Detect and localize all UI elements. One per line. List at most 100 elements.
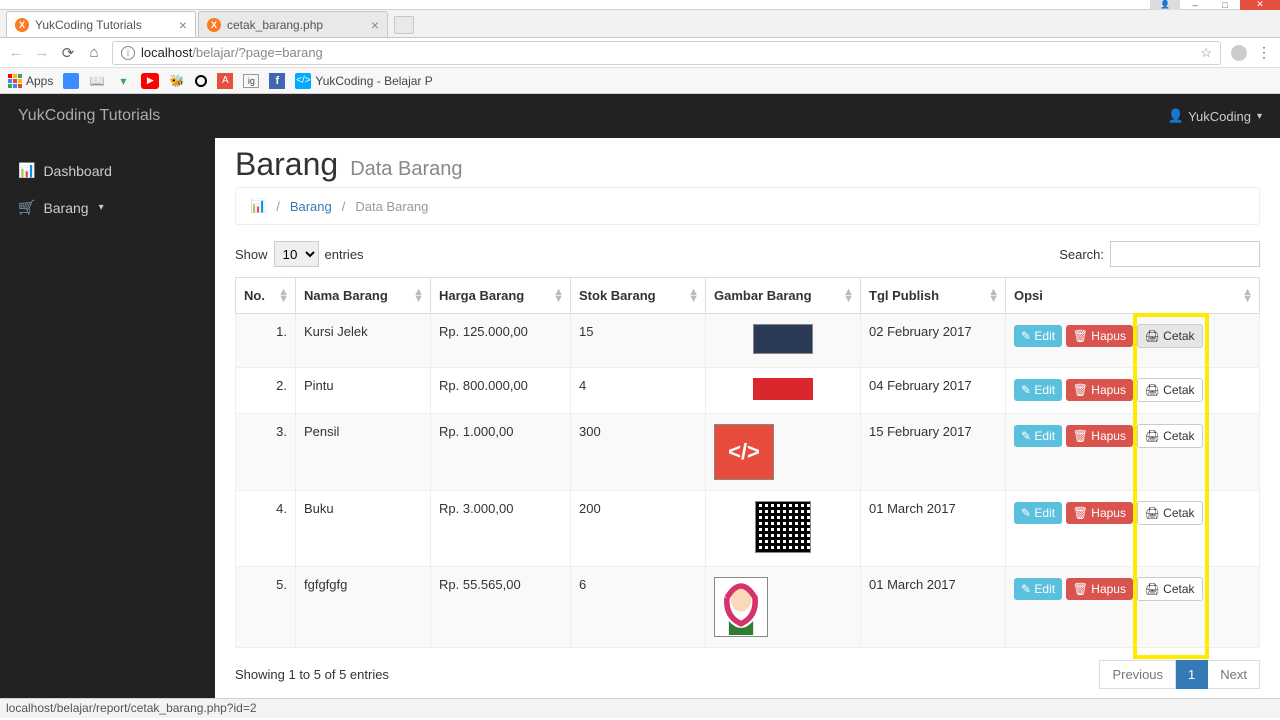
tab-title: YukCoding Tutorials	[35, 18, 142, 32]
caret-down-icon: ▾	[1257, 111, 1262, 122]
col-opsi[interactable]: Opsi▲▼	[1006, 278, 1260, 314]
nav-back-icon[interactable]: ←	[8, 45, 24, 61]
dashboard-icon[interactable]: 📊	[250, 198, 266, 214]
cell-harga: Rp. 125.000,00	[431, 314, 571, 368]
table-row: 4.BukuRp. 3.000,0020001 March 2017✎ Edit…	[236, 491, 1260, 567]
site-info-icon[interactable]: i	[121, 46, 135, 60]
bookmark-item[interactable]	[195, 75, 207, 87]
page-next[interactable]: Next	[1208, 660, 1260, 689]
delete-button[interactable]: 🗑 Hapus	[1066, 379, 1133, 401]
browser-menu-icon[interactable]: ⋮	[1257, 44, 1272, 61]
tab-close-icon[interactable]: ×	[179, 17, 187, 33]
url-path: /belajar/?page=barang	[192, 45, 322, 60]
window-maximize[interactable]: □	[1210, 0, 1240, 10]
browser-tab-inactive[interactable]: X cetak_barang.php ×	[198, 11, 388, 37]
user-menu[interactable]: 👤 YukCoding ▾	[1168, 108, 1262, 124]
cell-harga: Rp. 1.000,00	[431, 414, 571, 491]
delete-button[interactable]: 🗑 Hapus	[1066, 578, 1133, 600]
cell-nama: Buku	[296, 491, 431, 567]
col-stok[interactable]: Stok Barang▲▼	[571, 278, 706, 314]
print-button[interactable]: 🖨 Cetak	[1137, 577, 1203, 601]
print-button[interactable]: 🖨 Cetak	[1137, 501, 1203, 525]
print-button[interactable]: 🖨 Cetak	[1137, 424, 1203, 448]
edit-button[interactable]: ✎ Edit	[1014, 425, 1062, 447]
cell-harga: Rp. 55.565,00	[431, 567, 571, 648]
delete-button[interactable]: 🗑 Hapus	[1066, 425, 1133, 447]
cell-nama: Kursi Jelek	[296, 314, 431, 368]
sidebar-item-dashboard[interactable]: 📊 Dashboard	[0, 152, 215, 189]
page-number[interactable]: 1	[1176, 660, 1208, 689]
window-close[interactable]: ✕	[1240, 0, 1280, 10]
nav-reload-icon[interactable]: ⟳	[60, 45, 76, 61]
bookmark-item[interactable]: A	[217, 73, 233, 89]
show-label-pre: Show	[235, 247, 268, 262]
breadcrumb-sep: /	[276, 199, 280, 214]
edit-button[interactable]: ✎ Edit	[1014, 578, 1062, 600]
apps-grid-icon	[8, 74, 22, 88]
delete-button[interactable]: 🗑 Hapus	[1066, 325, 1133, 347]
app-body: 📊 Dashboard 🛒 Barang ▾ Barang Data Baran…	[0, 138, 1280, 698]
dashboard-icon: 📊	[18, 162, 35, 179]
cell-tgl: 15 February 2017	[861, 414, 1006, 491]
bookmark-item[interactable]: 📖	[89, 73, 105, 89]
nav-home-icon[interactable]: ⌂	[86, 45, 102, 61]
edit-button[interactable]: ✎ Edit	[1014, 325, 1062, 347]
edit-button[interactable]: ✎ Edit	[1014, 379, 1062, 401]
table-row: 5.fgfgfgfgRp. 55.565,00601 March 2017✎ E…	[236, 567, 1260, 648]
user-name: YukCoding	[1188, 109, 1251, 124]
col-gambar[interactable]: Gambar Barang▲▼	[706, 278, 861, 314]
col-nama[interactable]: Nama Barang▲▼	[296, 278, 431, 314]
cell-nama: Pensil	[296, 414, 431, 491]
edit-button[interactable]: ✎ Edit	[1014, 502, 1062, 524]
window-minimize[interactable]: –	[1180, 0, 1210, 10]
cell-stok: 4	[571, 368, 706, 414]
col-no[interactable]: No.▲▼	[236, 278, 296, 314]
bookmark-star-icon[interactable]: ☆	[1200, 45, 1212, 61]
bookmark-item[interactable]	[63, 73, 79, 89]
bookmark-item[interactable]: </>YukCoding - Belajar P	[295, 73, 432, 89]
tab-close-icon[interactable]: ×	[371, 17, 379, 33]
nav-forward-icon[interactable]: →	[34, 45, 50, 61]
bookmarks-bar: Apps 📖 ▾ ▶ 🐝 A ig f </>YukCoding - Belaj…	[0, 68, 1280, 94]
item-thumbnail	[753, 324, 813, 354]
cell-opsi: ✎ Edit 🗑 Hapus 🖨 Cetak	[1006, 314, 1260, 368]
page-subtitle: Data Barang	[350, 158, 462, 181]
bookmark-item[interactable]: 🐝	[169, 73, 185, 89]
new-tab-button[interactable]	[394, 16, 414, 34]
cart-icon: 🛒	[18, 199, 35, 216]
cell-harga: Rp. 800.000,00	[431, 368, 571, 414]
status-bar: localhost/belajar/report/cetak_barang.ph…	[0, 698, 1280, 718]
delete-button[interactable]: 🗑 Hapus	[1066, 502, 1133, 524]
page-heading: Barang Data Barang	[235, 146, 1260, 183]
page-prev[interactable]: Previous	[1099, 660, 1176, 689]
apps-shortcut[interactable]: Apps	[8, 74, 53, 88]
item-thumbnail	[714, 577, 768, 637]
col-harga[interactable]: Harga Barang▲▼	[431, 278, 571, 314]
app-brand[interactable]: YukCoding Tutorials	[18, 107, 160, 125]
datatable-footer: Showing 1 to 5 of 5 entries Previous 1 N…	[235, 660, 1260, 689]
search-label: Search:	[1059, 247, 1104, 262]
bookmark-item[interactable]: ▾	[115, 73, 131, 89]
search-input[interactable]	[1110, 241, 1260, 267]
address-bar[interactable]: i localhost/belajar/?page=barang ☆	[112, 41, 1221, 65]
sidebar-item-barang[interactable]: 🛒 Barang ▾	[0, 189, 215, 226]
browser-tab-active[interactable]: X YukCoding Tutorials ×	[6, 11, 196, 37]
entries-select[interactable]: 10	[274, 241, 319, 267]
datatable-info: Showing 1 to 5 of 5 entries	[235, 667, 389, 682]
window-user-icon[interactable]: 👤	[1150, 0, 1180, 10]
cell-nama: fgfgfgfg	[296, 567, 431, 648]
print-button[interactable]: 🖨 Cetak	[1137, 378, 1203, 402]
col-tgl[interactable]: Tgl Publish▲▼	[861, 278, 1006, 314]
cell-tgl: 02 February 2017	[861, 314, 1006, 368]
pagination: Previous 1 Next	[1099, 660, 1260, 689]
breadcrumb-link[interactable]: Barang	[290, 199, 332, 214]
bookmark-item[interactable]: f	[269, 73, 285, 89]
cell-no: 5.	[236, 567, 296, 648]
extension-icon[interactable]	[1231, 45, 1247, 61]
breadcrumb: 📊 / Barang / Data Barang	[235, 187, 1260, 225]
window-chrome: 👤 – □ ✕	[0, 0, 1280, 10]
item-thumbnail	[755, 501, 811, 553]
bookmark-item[interactable]: ig	[243, 74, 259, 88]
print-button[interactable]: 🖨 Cetak	[1137, 324, 1203, 348]
bookmark-item[interactable]: ▶	[141, 73, 159, 89]
